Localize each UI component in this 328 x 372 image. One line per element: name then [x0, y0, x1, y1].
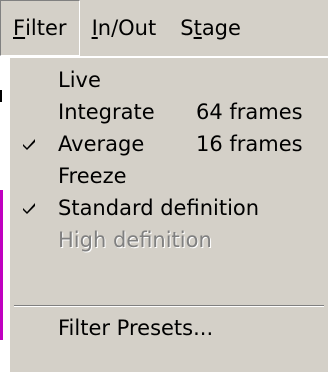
menu-item-integrate[interactable]: Integrate 64 frames [10, 96, 328, 128]
menu-item-label: Standard definition [58, 196, 260, 220]
menu-item-label: High definition [58, 228, 212, 252]
menu-item-label: Freeze [58, 164, 127, 188]
background-trace [0, 90, 2, 102]
app-window: Filter In/Out St age Live Integrate 64 fr… [0, 0, 328, 372]
menu-item-average[interactable]: Average 16 frames [10, 128, 328, 160]
menu-item-accel: 16 frames [196, 132, 303, 156]
menu-item-filter-presets[interactable]: Filter Presets... [10, 312, 328, 344]
menu-filter[interactable]: Filter [0, 0, 80, 56]
menu-filter-rest: ilter [25, 16, 67, 40]
menu-item-accel: 64 frames [196, 100, 303, 124]
menu-item-label: Live [58, 68, 101, 92]
menu-item-freeze[interactable]: Freeze [10, 160, 328, 192]
menu-stage[interactable]: St age [168, 0, 253, 56]
menu-stage-mnemonic: t [193, 16, 202, 40]
menu-item-high-definition: High definition [10, 224, 328, 256]
menu-in-out-rest: n/Out [97, 16, 157, 40]
checkmark-icon [20, 135, 38, 153]
background-trace-magenta [0, 190, 3, 340]
menu-item-label: Average [58, 132, 145, 156]
menu-filter-mnemonic: F [13, 16, 26, 40]
filter-dropdown-menu: Live Integrate 64 frames Average 16 fram… [8, 56, 328, 372]
menu-in-out[interactable]: In/Out [80, 0, 169, 56]
menu-bar: Filter In/Out St age [0, 0, 328, 56]
menu-stage-pre: S [180, 16, 194, 40]
menu-item-label: Integrate [58, 100, 155, 124]
menu-item-standard-definition[interactable]: Standard definition [10, 192, 328, 224]
menu-separator [14, 305, 324, 307]
menu-item-label: Filter Presets... [58, 316, 214, 340]
checkmark-icon [20, 199, 38, 217]
menu-stage-rest: age [201, 16, 241, 40]
menu-item-live[interactable]: Live [10, 64, 328, 96]
